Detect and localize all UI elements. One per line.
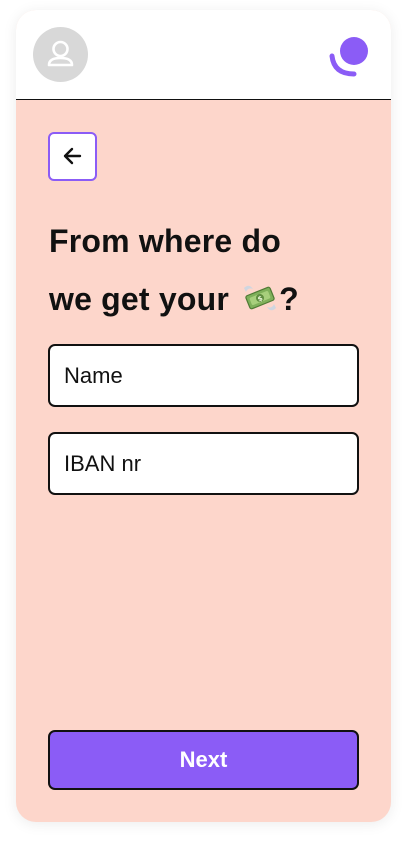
- user-icon: [47, 40, 74, 67]
- name-field[interactable]: [48, 344, 359, 407]
- title-line-2-prefix: we get your: [49, 281, 239, 317]
- app-header: [16, 10, 391, 100]
- iban-field[interactable]: [48, 432, 359, 495]
- title-line-1: From where do: [49, 223, 281, 259]
- money-with-wings-icon: $: [244, 285, 277, 311]
- arrow-left-icon: [63, 147, 82, 165]
- title-line-2-suffix: ?: [279, 281, 299, 317]
- phone-screen: From where do we get your $ ? Next: [16, 10, 391, 822]
- brand-logo-icon: [329, 37, 368, 77]
- avatar[interactable]: [33, 27, 88, 82]
- page-title: From where do we get your $ ?: [49, 212, 349, 328]
- back-button[interactable]: [48, 132, 97, 181]
- next-button[interactable]: Next: [48, 730, 359, 790]
